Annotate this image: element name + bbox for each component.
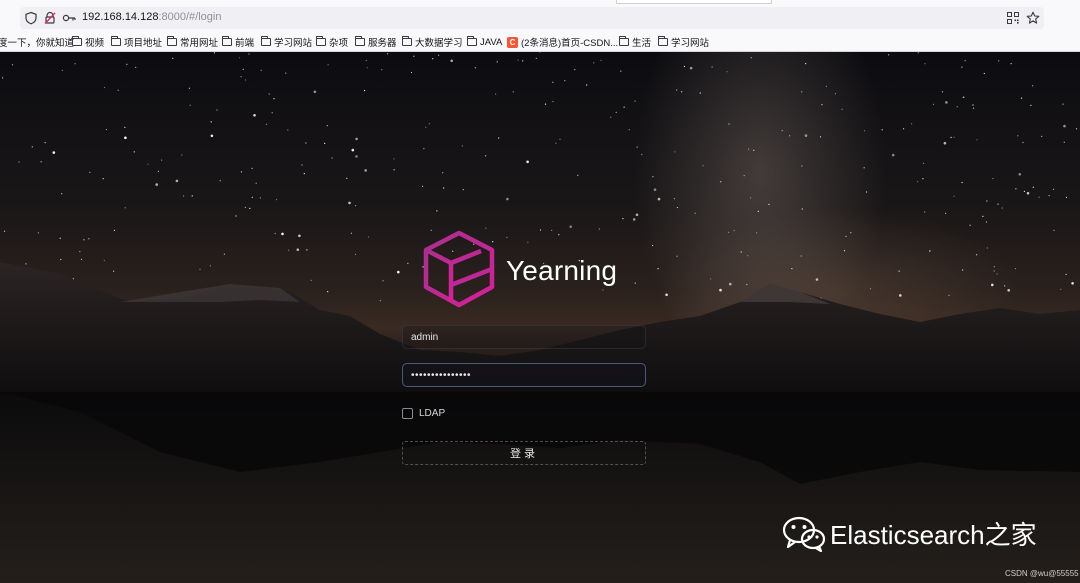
mountain-silhouette	[0, 262, 1080, 583]
star-bookmark-icon[interactable]	[1026, 11, 1040, 25]
folder-icon	[222, 36, 232, 46]
bookmark-folder[interactable]: 学习网站	[658, 35, 709, 49]
bookmark-label: 前端	[235, 38, 255, 49]
csdn-watermark: CSDN @wu@55555	[1005, 569, 1079, 578]
url-text[interactable]: 192.168.14.128:8000/#/login	[82, 11, 221, 23]
brand-title: Yearning	[506, 255, 618, 286]
dropdown-popup-edge	[616, 0, 772, 4]
ldap-label: LDAP	[419, 408, 446, 419]
bookmark-folder[interactable]: 杂项	[316, 35, 348, 49]
qr-code-icon[interactable]	[1006, 11, 1020, 25]
folder-icon	[316, 36, 326, 46]
browser-chrome: 192.168.14.128:8000/#/login 度一下，你就知道 视频 …	[0, 0, 1080, 52]
login-page-background: Yearning admin ••••••••••••••• LDAP 登录 E…	[0, 52, 1080, 583]
folder-icon	[167, 36, 177, 46]
bookmark-label: 视频	[85, 38, 105, 49]
folder-icon	[72, 36, 82, 46]
bookmark-label: 服务器	[368, 38, 397, 49]
folder-icon	[111, 36, 121, 46]
bookmark-label: 项目地址	[124, 38, 163, 49]
folder-icon	[355, 36, 365, 46]
password-input[interactable]: •••••••••••••••	[402, 363, 646, 387]
bookmark-label: 生活	[632, 38, 652, 49]
yearning-logo-icon	[423, 230, 495, 308]
bookmark-item[interactable]: 度一下，你就知道	[0, 35, 74, 49]
bookmark-folder[interactable]: 前端	[222, 35, 254, 49]
bookmark-folder[interactable]: 项目地址	[111, 35, 162, 49]
username-input[interactable]: admin	[402, 325, 646, 349]
bookmark-folder[interactable]: 学习网站	[261, 35, 312, 49]
bookmarks-toolbar: 度一下，你就知道 视频 项目地址 常用网址 前端 学习网站 杂项 服务器 大数据…	[0, 33, 1080, 51]
watermark-text: Elasticsearch之家	[830, 520, 1037, 550]
bookmark-folder[interactable]: 视频	[72, 35, 104, 49]
bookmark-folder[interactable]: 服务器	[355, 35, 397, 49]
bookmark-label: 杂项	[329, 38, 349, 49]
folder-icon	[467, 36, 477, 46]
bookmark-label: JAVA	[480, 36, 503, 48]
folder-icon	[658, 36, 668, 46]
bookmark-label: 学习网站	[671, 38, 710, 49]
bookmark-label: 常用网址	[180, 38, 219, 49]
folder-icon	[402, 36, 412, 46]
wechat-watermark: Elasticsearch之家	[782, 515, 1037, 552]
url-host: 192.168.14.128	[82, 11, 159, 23]
bookmark-label: 度一下，你就知道	[0, 38, 75, 49]
folder-icon	[261, 36, 271, 46]
bookmark-folder[interactable]: 常用网址	[167, 35, 218, 49]
checkbox-icon[interactable]	[402, 408, 413, 419]
login-button[interactable]: 登录	[402, 441, 646, 465]
address-bar[interactable]: 192.168.14.128:8000/#/login	[20, 7, 1044, 29]
shield-icon[interactable]	[24, 11, 38, 25]
folder-icon	[619, 36, 629, 46]
bookmark-label: 大数据学习	[415, 38, 463, 49]
bookmark-label: 学习网站	[274, 38, 313, 49]
key-icon[interactable]	[62, 11, 76, 25]
ldap-checkbox[interactable]: LDAP	[402, 408, 445, 419]
bookmark-folder[interactable]: 大数据学习	[402, 35, 463, 49]
bookmark-folder[interactable]: JAVA	[467, 35, 502, 49]
bookmark-csdn[interactable]: C (2条消息)首页-CSDN...	[507, 35, 618, 49]
csdn-icon: C	[507, 36, 518, 48]
wechat-icon	[782, 516, 826, 552]
url-path: :8000/#/login	[158, 11, 222, 23]
bookmark-folder[interactable]: 生活	[619, 35, 651, 49]
bookmark-label: (2条消息)首页-CSDN...	[521, 38, 619, 49]
page-info-icon[interactable]	[43, 11, 57, 25]
